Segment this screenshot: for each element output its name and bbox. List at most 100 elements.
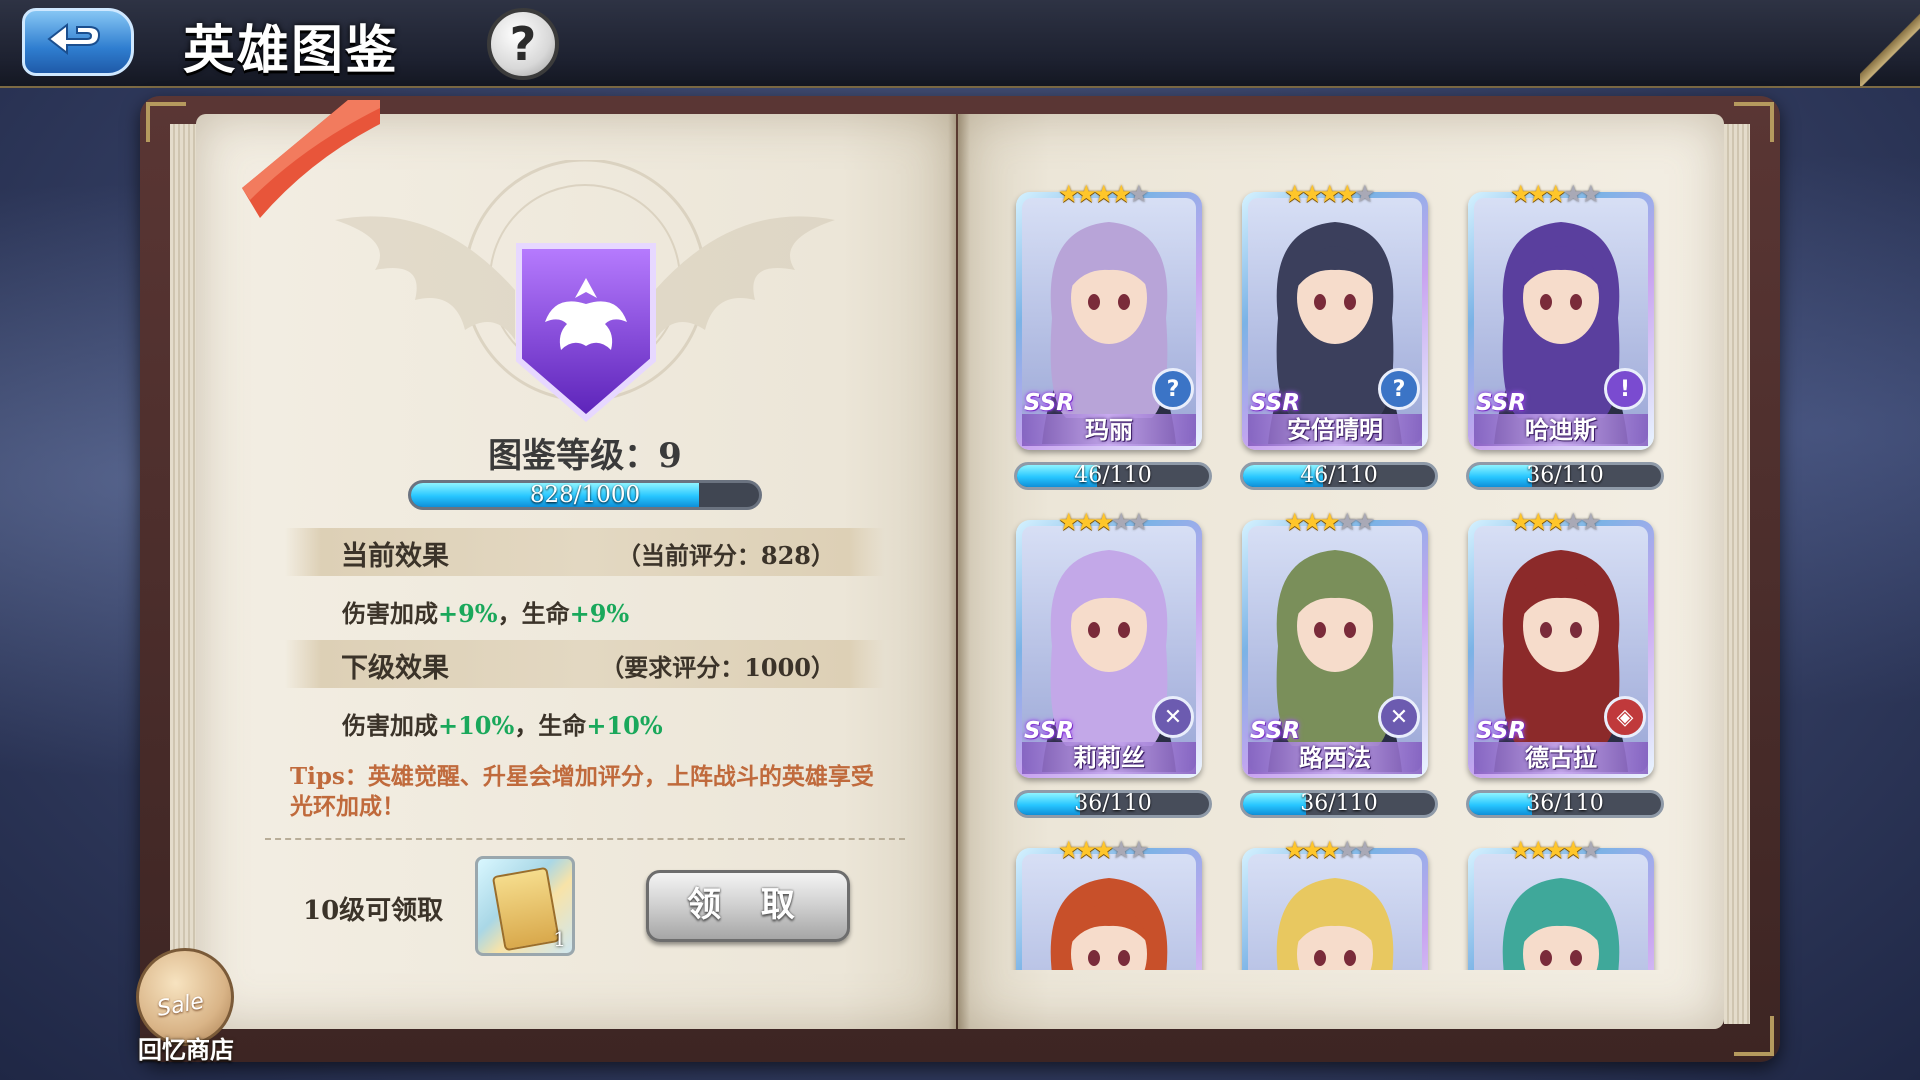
effect-sep: ，生命 (497, 599, 570, 628)
back-arrow-icon (47, 22, 101, 56)
star-icon: ★ (1093, 180, 1114, 208)
rarity-badge: SSR (1476, 718, 1527, 744)
claim-button[interactable]: 领 取 (646, 870, 850, 942)
next-effect-header: 下级效果 （要求评分：1000） (285, 640, 885, 688)
top-bar: 英雄图鉴 ? (0, 0, 1920, 88)
hero-progress-text: 36/110 (1300, 791, 1378, 816)
reward-label: 10级可领取 (303, 896, 444, 926)
current-score: （当前评分：828） (616, 541, 835, 570)
hero-class-icon: ✕ (1378, 696, 1420, 738)
help-button[interactable]: ? (487, 8, 559, 80)
hero-progress-text: 46/110 (1074, 463, 1152, 488)
star-icon: ★ (1336, 180, 1358, 208)
hero-class-icon: ◈ (1604, 696, 1646, 738)
hero-card-frame: SSR ✕ 路西法 (1242, 520, 1428, 778)
star-icon: ★ (1075, 508, 1097, 536)
star-icon: ★ (1128, 180, 1149, 208)
star-icon: ★ (1545, 836, 1566, 864)
hero-progress-text: 36/110 (1526, 463, 1604, 488)
hero-progress-text: 36/110 (1074, 791, 1152, 816)
star-rating: ★★★★★ (1058, 182, 1178, 206)
hero-progress-bar: 36/110 (1466, 462, 1664, 490)
tips-text: Tips：英雄觉醒、升星会增加评分，上阵战斗的英雄享受光环加成！ (290, 763, 874, 820)
star-rating: ★★★★★ (1284, 838, 1404, 862)
page-title: 英雄图鉴 (183, 20, 400, 81)
star-icon: ★ (1093, 836, 1114, 864)
hero-card-frame: SSR? 玛丽 (1016, 192, 1202, 450)
hero-class-icon: ✕ (1152, 696, 1194, 738)
hero-portrait-art (1022, 854, 1196, 970)
hero-progress-bar: 46/110 (1014, 462, 1212, 490)
star-icon: ★ (1545, 180, 1566, 208)
star-icon: ★ (1093, 508, 1114, 536)
hp-bonus: +9% (569, 599, 630, 628)
hero-name: 玛丽 (1022, 414, 1196, 446)
hero-class-icon: ? (1378, 368, 1420, 410)
star-icon: ★ (1128, 508, 1149, 536)
star-icon: ★ (1110, 180, 1132, 208)
back-button[interactable] (22, 8, 134, 76)
star-icon: ★ (1580, 836, 1601, 864)
hp-bonus: +10% (586, 711, 663, 740)
codex-progress-bar: 828/1000 (408, 480, 762, 510)
hero-name: 德古拉 (1474, 742, 1648, 774)
star-icon: ★ (1075, 836, 1097, 864)
rarity-badge: SSR (1250, 390, 1301, 416)
star-icon: ★ (1527, 180, 1549, 208)
star-icon: ★ (1284, 508, 1305, 536)
reward-count: 1 (553, 927, 566, 951)
question-mark-icon: ? (509, 17, 537, 71)
reward-item[interactable]: 1 (475, 856, 575, 956)
star-rating: ★★★★★ (1058, 838, 1178, 862)
book-spine (948, 114, 970, 1029)
hero-progress-bar: 46/110 (1240, 462, 1438, 490)
required-score: （要求评分：1000） (600, 653, 835, 682)
hero-card-frame (1468, 848, 1654, 970)
codex-emblem-icon (516, 243, 656, 422)
star-icon: ★ (1058, 180, 1079, 208)
star-icon: ★ (1527, 836, 1549, 864)
star-icon: ★ (1527, 508, 1549, 536)
rarity-badge: SSR (1024, 390, 1075, 416)
effect-label: 伤害加成 (342, 711, 438, 740)
star-rating: ★★★★★ (1510, 510, 1630, 534)
star-icon: ★ (1110, 836, 1132, 864)
hero-name: 路西法 (1248, 742, 1422, 774)
hero-portrait-art (1248, 854, 1422, 970)
corner-ornament (1860, 0, 1920, 86)
current-effect-line: 伤害加成+9%，生命+9% (342, 594, 629, 629)
star-rating: ★★★★★ (1284, 182, 1404, 206)
shop-label: 回忆商店 (138, 1035, 234, 1064)
star-icon: ★ (1301, 836, 1323, 864)
page-edges-right (1724, 124, 1750, 1024)
hero-grid: SSR? 玛丽 ★★★★★ 46/110 SSR? 安倍晴明 ★★★★★ 46/110 SSR!… (1000, 180, 1680, 970)
star-icon: ★ (1354, 508, 1375, 536)
rarity-badge: SSR (1250, 718, 1301, 744)
codex-level: 图鉴等级：9 (488, 436, 682, 476)
star-icon: ★ (1510, 180, 1531, 208)
hero-portrait (1474, 854, 1648, 970)
hero-card-frame (1016, 848, 1202, 970)
star-icon: ★ (1058, 508, 1079, 536)
hero-progress-bar: 36/110 (1240, 790, 1438, 818)
hero-card-frame: SSR? 安倍晴明 (1242, 192, 1428, 450)
memory-shop-button[interactable]: Sale 回忆商店 (126, 948, 246, 1068)
hero-portrait-art (1474, 854, 1648, 970)
star-rating: ★★★★★ (1510, 182, 1630, 206)
rarity-badge: SSR (1024, 718, 1075, 744)
star-icon: ★ (1058, 836, 1079, 864)
star-icon: ★ (1510, 836, 1531, 864)
current-effect-header: 当前效果 （当前评分：828） (285, 528, 885, 576)
hero-card-frame (1242, 848, 1428, 970)
hero-progress-text: 46/110 (1300, 463, 1378, 488)
star-icon: ★ (1128, 836, 1149, 864)
hero-progress-bar: 36/110 (1466, 790, 1664, 818)
hero-name: 安倍晴明 (1248, 414, 1422, 446)
page-edges-left (170, 124, 196, 1024)
star-icon: ★ (1580, 180, 1601, 208)
star-icon: ★ (1110, 508, 1132, 536)
effect-label: 伤害加成 (342, 599, 438, 628)
hero-card-frame: SSR ✕ 莉莉丝 (1016, 520, 1202, 778)
star-icon: ★ (1319, 508, 1340, 536)
hero-name: 哈迪斯 (1474, 414, 1648, 446)
